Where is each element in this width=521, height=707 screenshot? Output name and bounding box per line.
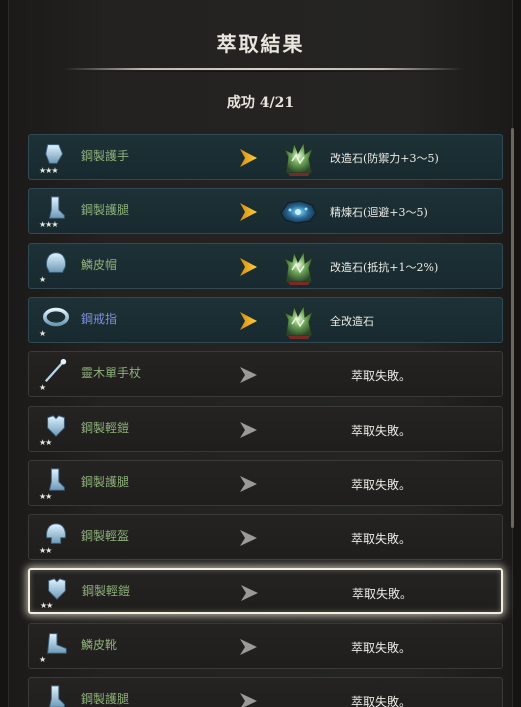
grade-stars: ★ [39, 329, 46, 338]
fail-label: 萃取失敗。 [351, 695, 412, 707]
success-arrow-icon [237, 201, 259, 223]
fail-arrow-icon [238, 582, 260, 604]
fail-arrow-icon [237, 636, 259, 658]
fail-arrow-icon [237, 527, 259, 549]
blue-stone-icon [278, 193, 318, 231]
result-row[interactable]: ★★ 鋼製輕鎧 萃取失敗。 [28, 568, 503, 614]
item-name: 鋼製護腿 [81, 475, 130, 489]
fail-arrow-icon [237, 690, 259, 707]
result-row[interactable]: ★ 鱗皮帽 改造石(抵抗+1～2%) [28, 243, 503, 289]
equipment-icon [41, 521, 71, 547]
equipment-icon [41, 358, 71, 384]
item-name: 鱗皮帽 [81, 258, 118, 272]
fail-arrow-icon [237, 364, 259, 386]
result-row[interactable]: ★★ 鋼製護腿 萃取失敗。 [28, 460, 503, 506]
result-row[interactable]: ★★★ 鋼製護腿 精煉石(迴避+3～5) [28, 188, 503, 234]
fail-label: 萃取失敗。 [352, 587, 413, 601]
grade-stars: ★ [39, 655, 46, 664]
reward-label: 改造石(抵抗+1～2%) [330, 261, 439, 274]
grade-stars: ★ [39, 383, 46, 392]
result-row[interactable]: 鋼製護腿 萃取失敗。 [28, 677, 503, 707]
grade-stars: ★★ [40, 601, 53, 610]
green-stone-icon [278, 139, 318, 177]
item-name: 鋼戒指 [81, 312, 118, 326]
item-name: 鋼製護手 [81, 149, 130, 163]
fail-label: 萃取失敗。 [351, 478, 412, 492]
equipment-icon [41, 630, 71, 656]
reward-label: 精煉石(迴避+3～5) [330, 206, 428, 219]
equipment-icon [41, 141, 71, 167]
equipment-icon [41, 304, 71, 330]
reward-label: 改造石(防禦力+3～5) [330, 152, 439, 165]
success-arrow-icon [237, 256, 259, 278]
item-name: 靈木單手杖 [81, 366, 142, 380]
fail-label: 萃取失敗。 [351, 641, 412, 655]
fail-label: 萃取失敗。 [351, 369, 412, 383]
item-name: 鋼製輕鎧 [81, 421, 130, 435]
success-arrow-icon [237, 310, 259, 332]
grade-stars: ★★ [39, 546, 52, 555]
panel-title: 萃取結果 [216, 32, 305, 56]
grade-stars: ★★ [39, 492, 52, 501]
green-stone-icon [278, 248, 318, 286]
result-row[interactable]: ★ 鋼戒指 全改造石 [28, 297, 503, 343]
grade-stars: ★ [39, 275, 46, 284]
success-arrow-icon [237, 147, 259, 169]
result-row[interactable]: ★ 靈木單手杖 萃取失敗。 [28, 351, 503, 397]
item-name: 鋼製輕鎧 [82, 584, 131, 598]
equipment-icon [42, 576, 72, 602]
reward-label: 全改造石 [330, 315, 374, 328]
equipment-icon [41, 684, 71, 707]
grade-stars: ★★ [39, 438, 52, 447]
equipment-icon [41, 195, 71, 221]
success-summary: 成功 4/21 [226, 95, 295, 111]
grade-stars: ★★★ [39, 166, 58, 175]
result-row[interactable]: ★ 鱗皮靴 萃取失敗。 [28, 623, 503, 669]
grade-stars: ★★★ [39, 220, 58, 229]
fail-arrow-icon [237, 473, 259, 495]
item-name: 鋼製輕盔 [81, 529, 130, 543]
fail-label: 萃取失敗。 [351, 532, 412, 546]
item-name: 鱗皮靴 [81, 638, 118, 652]
result-row[interactable]: ★★ 鋼製輕盔 萃取失敗。 [28, 514, 503, 560]
equipment-icon [41, 250, 71, 276]
item-name: 鋼製護腿 [81, 203, 130, 217]
scrollbar[interactable] [511, 128, 514, 528]
title-divider [64, 68, 462, 72]
equipment-icon [41, 467, 71, 493]
equipment-icon [41, 413, 71, 439]
result-row[interactable]: ★★ 鋼製輕鎧 萃取失敗。 [28, 406, 503, 452]
green-stone-icon [278, 302, 318, 340]
fail-arrow-icon [237, 419, 259, 441]
fail-label: 萃取失敗。 [351, 424, 412, 438]
result-row[interactable]: ★★★ 鋼製護手 改造石(防禦力+3～5) [28, 134, 503, 180]
item-name: 鋼製護腿 [81, 692, 130, 706]
